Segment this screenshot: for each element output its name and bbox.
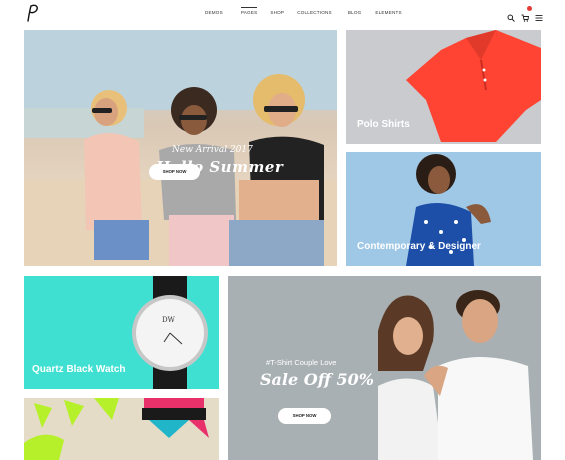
tile-polo-shirts[interactable]: Polo Shirts: [346, 30, 541, 144]
tshirt-subtitle: #T-Shirt Couple Love: [266, 358, 337, 367]
cart-icon[interactable]: [521, 6, 532, 22]
logo[interactable]: [22, 3, 44, 25]
nav-item-demos[interactable]: DEMOS: [205, 10, 223, 15]
polo-shirts-label: Polo Shirts: [357, 119, 410, 130]
tile-swimwear[interactable]: [24, 398, 219, 460]
nav-item-shop[interactable]: SHOP: [270, 10, 284, 15]
tile-tshirt-couple[interactable]: #T-Shirt Couple Love Sale Off 50% SHOP N…: [228, 276, 541, 460]
quartz-black-watch-label: Quartz Black Watch: [32, 364, 126, 375]
tshirt-title: Sale Off 50%: [260, 370, 374, 389]
hero-shop-now-button[interactable]: SHOP NOW: [149, 164, 200, 180]
couple-image: [378, 290, 533, 460]
tile-contemporary-designer[interactable]: Contemporary & Designer: [346, 152, 541, 266]
nav-item-elements[interactable]: ELEMENTS: [375, 10, 401, 15]
nav-item-collections[interactable]: COLLECTIONS: [297, 10, 332, 15]
hero-subtitle: New Arrival 2017: [172, 145, 253, 155]
tshirt-shop-now-button[interactable]: SHOP NOW: [278, 408, 331, 424]
nav-item-pages[interactable]: PAGES: [240, 7, 258, 15]
site-header: DEMOS PAGES SHOP COLLECTIONS BLOG ELEMEN…: [0, 0, 565, 28]
nav-item-blog[interactable]: BLOG: [348, 10, 362, 15]
header-icons: [507, 6, 543, 22]
hero-banner[interactable]: New Arrival 2017 Hello Summer SHOP NOW: [24, 30, 337, 266]
watch-brand-text: DW: [162, 316, 176, 324]
search-icon[interactable]: [507, 9, 515, 22]
swimwear-image: [24, 398, 219, 460]
main-nav: DEMOS PAGES SHOP COLLECTIONS BLOG ELEMEN…: [205, 7, 402, 15]
cart-count-badge: [527, 6, 532, 11]
tile-quartz-black-watch[interactable]: DW Quartz Black Watch: [24, 276, 219, 389]
contemporary-designer-label: Contemporary & Designer: [357, 241, 481, 252]
menu-icon[interactable]: [535, 9, 543, 21]
